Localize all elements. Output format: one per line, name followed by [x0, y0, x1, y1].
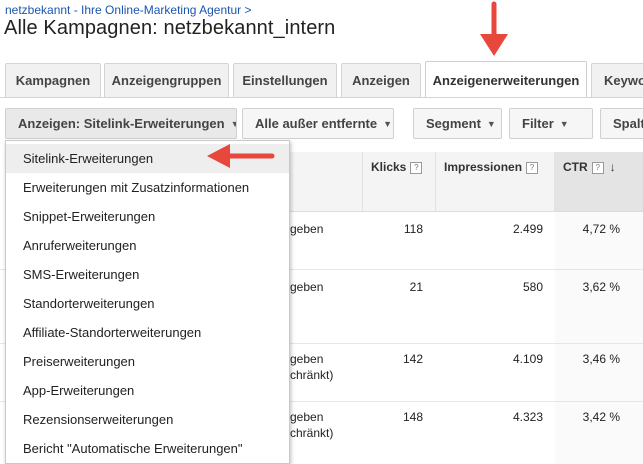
annotation-overlay — [207, 1, 508, 168]
arrow-down-icon — [480, 1, 508, 56]
arrow-left-icon — [207, 144, 275, 168]
